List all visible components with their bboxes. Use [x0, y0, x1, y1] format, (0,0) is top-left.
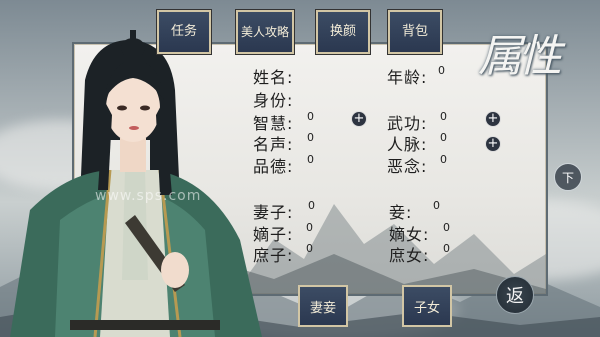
spouses-button[interactable]: 妻妾	[298, 285, 348, 327]
evil-value: 0	[440, 153, 447, 166]
scroll-down-button[interactable]: 下	[554, 163, 582, 191]
identity-label: 身份:	[253, 91, 294, 110]
network-value: 0	[440, 131, 447, 144]
virtue-value: 0	[307, 153, 314, 166]
martial-plus-button[interactable]: +	[485, 111, 501, 127]
concubine-value: 0	[433, 199, 440, 212]
network-plus-button[interactable]: +	[485, 136, 501, 152]
age-label: 年龄:	[387, 68, 428, 87]
fame-value: 0	[307, 131, 314, 144]
age-value: 0	[438, 64, 445, 77]
children-button[interactable]: 子女	[402, 285, 452, 327]
fame-label: 名声:	[253, 135, 294, 154]
base-daughter-label: 庶女:	[389, 246, 430, 265]
back-button[interactable]: 返	[496, 276, 534, 314]
base-son-value: 0	[306, 242, 313, 255]
base-son-label: 庶子:	[253, 246, 294, 265]
legit-son-value: 0	[306, 221, 313, 234]
network-label: 人脉:	[387, 135, 428, 154]
name-label: 姓名:	[253, 68, 294, 87]
character-portrait	[10, 30, 262, 337]
legit-daughter-value: 0	[443, 221, 450, 234]
wisdom-plus-button[interactable]: +	[351, 111, 367, 127]
martial-value: 0	[440, 110, 447, 123]
tab-quests[interactable]: 任务	[157, 10, 211, 54]
wisdom-value: 0	[307, 110, 314, 123]
evil-label: 恶念:	[387, 157, 428, 176]
virtue-label: 品德:	[253, 157, 294, 176]
tab-beauty-guide[interactable]: 美人攻略	[236, 10, 294, 54]
base-daughter-value: 0	[443, 242, 450, 255]
wife-label: 妻子:	[253, 203, 294, 222]
concubine-label: 妾:	[389, 203, 413, 222]
wife-value: 0	[308, 199, 315, 212]
attributes-title: 属性	[478, 31, 562, 82]
watermark-text: www.sps.com	[95, 188, 202, 204]
tab-change-appearance[interactable]: 换颜	[316, 10, 370, 54]
tab-inventory[interactable]: 背包	[388, 10, 442, 54]
